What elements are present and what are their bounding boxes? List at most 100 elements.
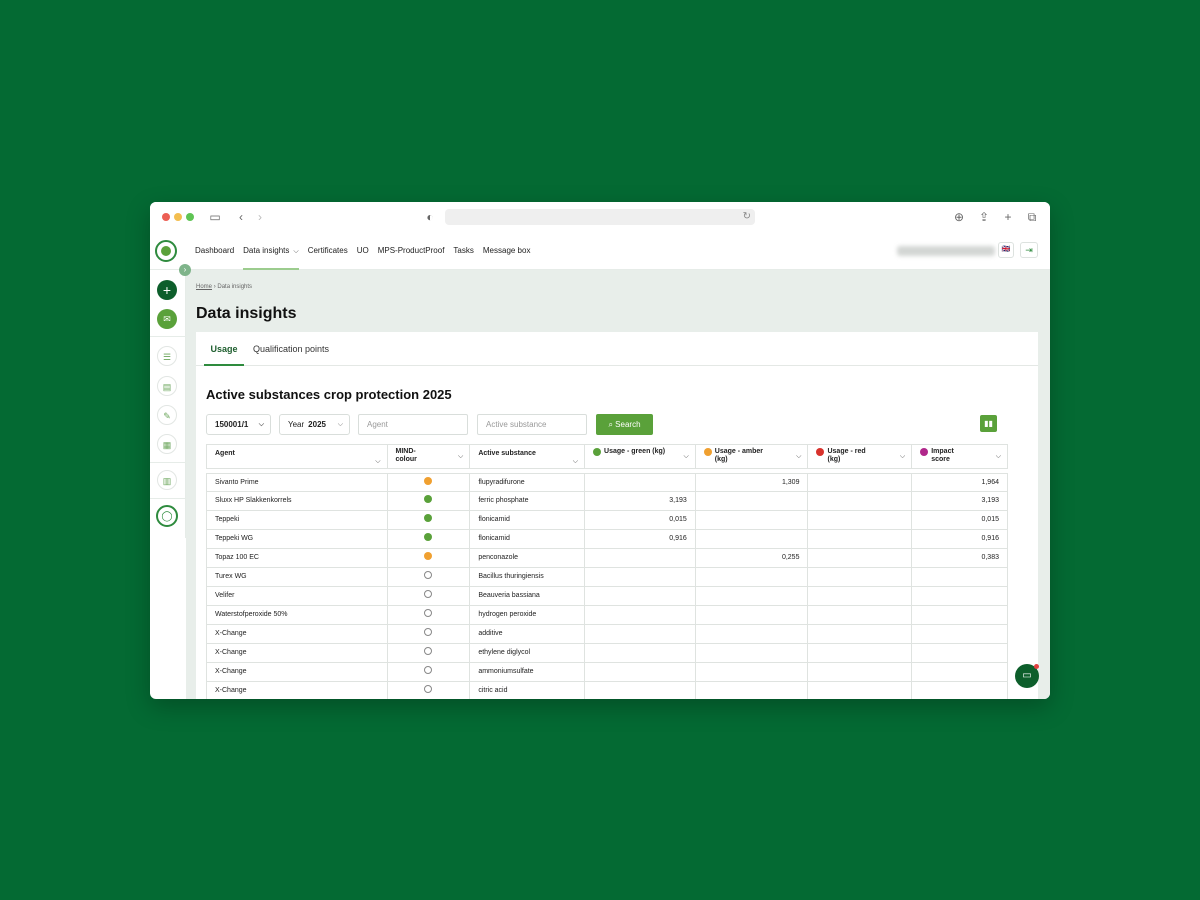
sort-chevron-icon[interactable]: ⌵ — [796, 453, 801, 461]
empty-circle-icon — [424, 628, 433, 636]
logout-icon[interactable]: ⇥ — [1020, 242, 1038, 258]
table-row[interactable]: X-Change citric acid — [206, 682, 1008, 699]
breadcrumb-current: Data insights — [217, 284, 253, 290]
app-logo[interactable] — [155, 240, 177, 262]
cell-amber — [696, 663, 809, 681]
sort-chevron-icon[interactable]: ⌵ — [996, 453, 1001, 461]
left-rail: › + ✉ ☰ ▤ ✎ ▦ ▥ ◯ — [150, 264, 191, 538]
book-icon[interactable]: ▦ — [157, 434, 177, 454]
cell-impact: 0,916 — [981, 535, 999, 542]
nav-data-insights[interactable]: Data insights ⌵ — [243, 232, 299, 270]
nav-uo[interactable]: UO — [357, 232, 369, 270]
green-dot-icon — [424, 514, 433, 522]
cell-impact — [912, 606, 1007, 624]
table-row[interactable]: Velifer Beauveria bassiana — [206, 587, 1008, 606]
table-row[interactable]: Teppeki flonicamid 0,015 0,015 — [206, 511, 1008, 530]
sort-chevron-icon[interactable]: ⌵ — [900, 453, 905, 461]
cell-substance: flonicamid — [470, 530, 586, 548]
address-bar[interactable]: ↻ — [445, 209, 755, 225]
list-icon[interactable]: ☰ — [157, 346, 177, 366]
nav-dashboard[interactable]: Dashboard — [195, 232, 234, 270]
cell-agent: Teppeki — [207, 511, 388, 529]
cell-mind — [388, 511, 471, 529]
table-row[interactable]: Turex WG Bacillus thuringiensis — [206, 568, 1008, 587]
table-row[interactable]: X-Change ammoniumsulfate — [206, 663, 1008, 682]
empty-circle-icon — [424, 609, 433, 617]
nav-tasks[interactable]: Tasks — [453, 232, 473, 270]
nav-message-box[interactable]: Message box — [483, 232, 531, 270]
maximize-window-button[interactable] — [186, 213, 194, 221]
nav-certificates[interactable]: Certificates — [308, 232, 348, 270]
cell-red — [808, 492, 913, 510]
expand-rail-icon[interactable]: › — [179, 264, 191, 276]
share-icon[interactable]: ⇪ — [976, 209, 992, 225]
sidebar-toggle-icon[interactable]: ▭ — [207, 209, 223, 225]
main-menu: Dashboard Data insights ⌵ Certificates UO… — [195, 232, 530, 270]
minimize-window-button[interactable] — [174, 213, 182, 221]
header-usage-green[interactable]: Usage - green (kg) ⌵ — [585, 445, 696, 468]
rail-divider — [150, 462, 186, 463]
amber-dot-icon — [703, 448, 712, 456]
mail-icon[interactable]: ✉ — [157, 309, 177, 329]
edit-document-icon[interactable]: ✎ — [157, 405, 177, 425]
header-usage-amber[interactable]: Usage - amber (kg) ⌵ — [696, 445, 809, 468]
sort-chevron-icon[interactable]: ⌵ — [683, 453, 688, 461]
add-icon[interactable]: + — [157, 280, 177, 300]
table-row[interactable]: Waterstofperoxide 50% hydrogen peroxide — [206, 606, 1008, 625]
cell-substance: ferric phosphate — [470, 492, 586, 510]
year-select[interactable]: Year 2025 ⌵ — [279, 414, 350, 435]
header-impact-score[interactable]: Impact score ⌵ — [912, 445, 1007, 468]
table-row[interactable]: X-Change additive — [206, 625, 1008, 644]
chevron-down-icon: ⌵ — [293, 248, 299, 255]
breadcrumb-home[interactable]: Home — [196, 284, 212, 290]
tab-usage[interactable]: Usage — [204, 332, 244, 366]
forward-icon[interactable]: › — [252, 209, 268, 225]
cell-impact: 0,383 — [981, 554, 999, 561]
header-label: Active substance — [478, 450, 536, 457]
report-icon[interactable]: ▥ — [157, 470, 177, 490]
cell-red — [808, 568, 913, 586]
chat-icon[interactable]: ▭ — [1015, 664, 1039, 688]
back-icon[interactable]: ‹ — [233, 209, 249, 225]
table-row[interactable]: Sivanto Prime flupyradifurone 1,309 1,964 — [206, 473, 1008, 492]
search-button[interactable]: ⌕ Search — [596, 414, 653, 435]
header-active-substance[interactable]: Active substance ⌵ — [470, 445, 586, 471]
relation-value: 150001/1 — [215, 420, 249, 429]
table-row[interactable]: Teppeki WG flonicamid 0,916 0,916 — [206, 530, 1008, 549]
insights-panel: Usage Qualification points Active substa… — [196, 332, 1038, 699]
cell-mind — [388, 549, 471, 567]
close-window-button[interactable] — [162, 213, 170, 221]
header-mind-colour[interactable]: MIND-colour ⌵ — [388, 445, 471, 468]
cell-mind — [388, 568, 471, 586]
cell-amber — [696, 587, 809, 605]
table-row[interactable]: Sluxx HP Slakkenkorrels ferric phosphate 3… — [206, 492, 1008, 511]
cell-agent: Teppeki WG — [207, 530, 388, 548]
nav-mps-productproof[interactable]: MPS-ProductProof — [378, 232, 445, 270]
active-substance-input[interactable] — [477, 414, 587, 435]
cell-green: 3,193 — [585, 492, 696, 510]
new-tab-icon[interactable]: + — [1000, 209, 1016, 225]
agent-input[interactable] — [358, 414, 468, 435]
language-flag-icon[interactable]: 🇬🇧 — [998, 242, 1014, 258]
table-row[interactable]: X-Change ethylene diglycol — [206, 644, 1008, 663]
user-name-blurred[interactable] — [897, 246, 995, 256]
cell-red — [808, 644, 913, 662]
main-content: Home › Data insights Data insights Usage… — [186, 270, 1050, 699]
table-row[interactable]: Topaz 100 EC penconazole 0,255 0,383 — [206, 549, 1008, 568]
cell-impact — [912, 644, 1007, 662]
relation-select[interactable]: 150001/1 ⌵ — [206, 414, 271, 435]
sort-chevron-icon[interactable]: ⌵ — [573, 453, 578, 471]
sort-chevron-icon[interactable]: ⌵ — [375, 453, 380, 471]
header-usage-red[interactable]: Usage - red (kg) ⌵ — [808, 445, 913, 468]
impact-dot-icon — [920, 448, 929, 456]
tab-overview-icon[interactable]: ⧉ — [1024, 209, 1040, 225]
privacy-shield-icon[interactable]: ◐ — [422, 209, 438, 225]
header-agent[interactable]: Agent ⌵ — [207, 445, 388, 468]
reload-icon[interactable]: ↻ — [743, 209, 751, 225]
tab-qualification-points[interactable]: Qualification points — [253, 332, 329, 366]
user-avatar-icon[interactable]: ◯ — [156, 505, 178, 527]
export-chart-icon[interactable]: ▮▮ — [980, 415, 997, 432]
download-icon[interactable]: ⊕ — [951, 209, 967, 225]
sort-chevron-icon[interactable]: ⌵ — [458, 453, 463, 461]
document-icon[interactable]: ▤ — [157, 376, 177, 396]
